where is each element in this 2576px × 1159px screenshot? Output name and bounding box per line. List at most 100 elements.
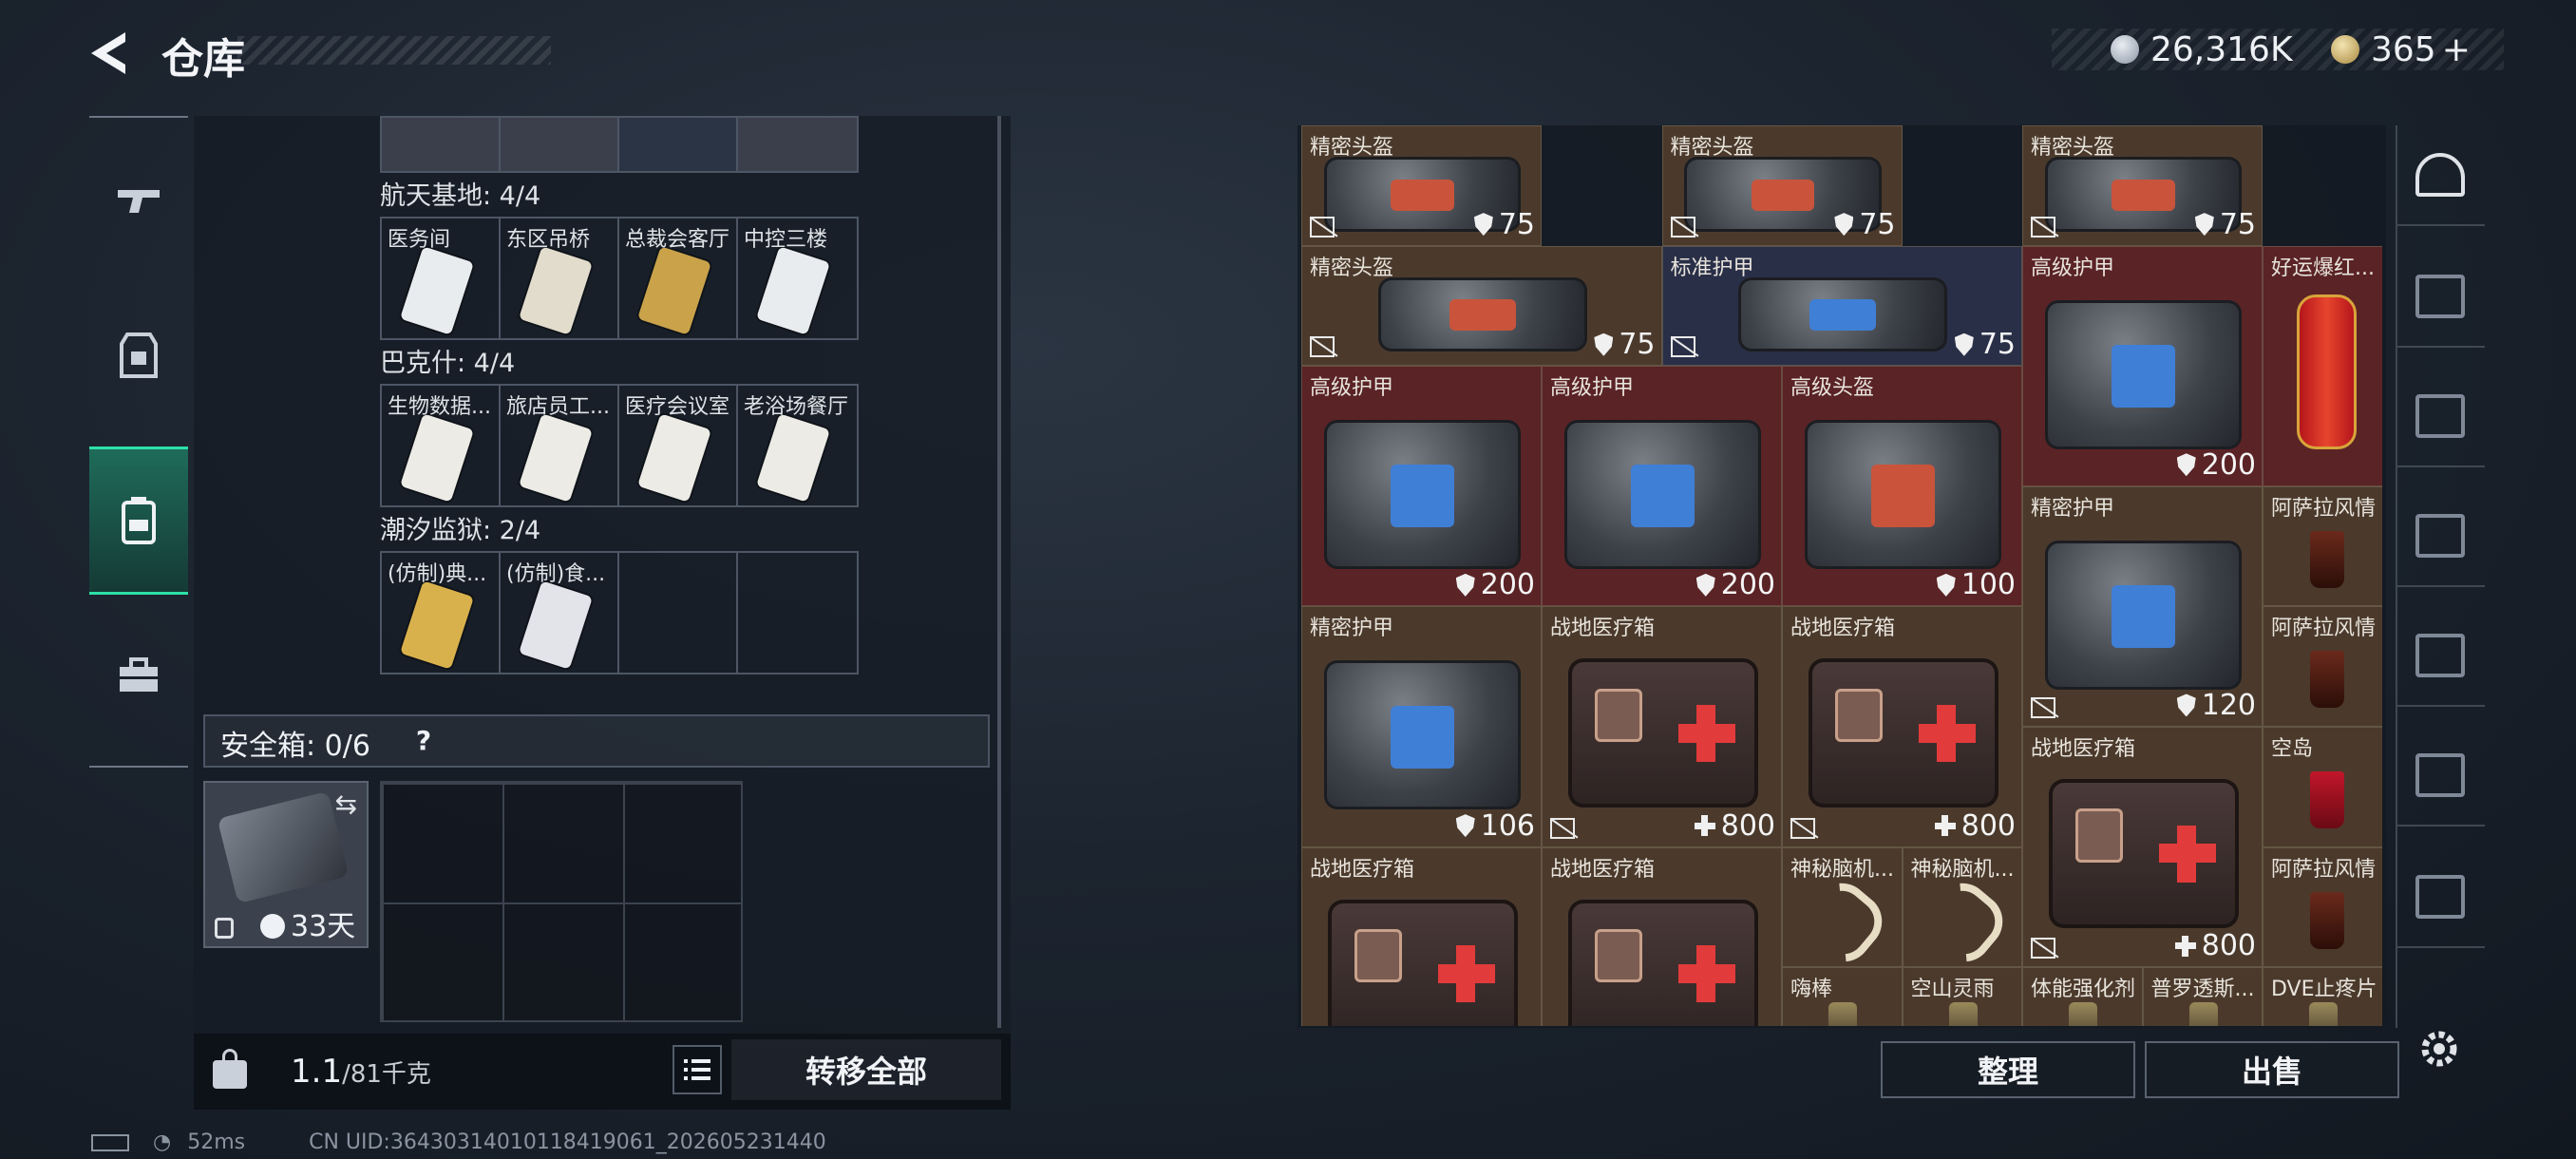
settings-button[interactable] — [2413, 1022, 2466, 1075]
inventory-item[interactable]: 神秘脑机... — [1782, 846, 1903, 968]
heal-icon — [1934, 815, 1956, 837]
inventory-item[interactable]: 神秘脑机... — [1902, 846, 2022, 968]
durability-shield-icon — [1455, 573, 1475, 597]
keycard-slot[interactable] — [501, 118, 619, 171]
inventory-item[interactable]: 战地医疗箱 — [1301, 846, 1542, 1026]
inventory-item[interactable]: 体能强化剂 — [2022, 967, 2143, 1026]
safe-box-grid[interactable] — [380, 781, 743, 1022]
side-nav-slot[interactable] — [2396, 367, 2485, 467]
inventory-item[interactable]: 高级护甲 200 — [2022, 245, 2263, 486]
page-title: 仓库 — [161, 35, 245, 84]
safe-box-duration: 33天 — [291, 910, 356, 943]
inventory-item[interactable]: 精密头盔 75 — [1301, 125, 1542, 246]
inventory-item[interactable]: DVE止疼片 — [2263, 967, 2382, 1026]
inventory-item[interactable]: 精密护甲 120 — [2022, 485, 2263, 727]
transfer-all-button[interactable]: 转移全部 — [731, 1039, 1001, 1100]
item-stat-value: 75 — [1619, 328, 1656, 362]
keycard-slot[interactable]: (仿制)典... — [382, 553, 501, 673]
backpack-tier4-icon — [2415, 753, 2465, 797]
inventory-item[interactable]: 战地医疗箱 800 — [1542, 606, 1782, 847]
ticket-plus-button[interactable]: + — [2442, 30, 2471, 69]
ticket-balance[interactable]: 365 + — [2331, 28, 2471, 70]
help-button[interactable]: ? — [405, 722, 443, 760]
side-nav-slot[interactable] — [2396, 125, 2485, 226]
inventory-item[interactable]: 战地医疗箱 — [1542, 846, 1782, 1026]
keycard-slot[interactable] — [738, 118, 857, 171]
list-view-button[interactable] — [672, 1045, 722, 1094]
inventory-item[interactable]: 精密头盔 75 — [1661, 125, 1903, 246]
coin-balance[interactable]: 26,316K — [2111, 28, 2293, 70]
item-stat-value: 75 — [1859, 207, 1896, 241]
inventory-item[interactable]: 嗨棒 — [1782, 967, 1903, 1026]
inventory-item[interactable]: 标准护甲 75 — [1661, 245, 2022, 367]
item-name: 精密头盔 — [2031, 136, 2115, 160]
section-title: 潮汐监狱: 2/4 — [380, 516, 541, 545]
keycard-slot[interactable]: 旅店员工... — [501, 386, 619, 505]
side-nav-slot[interactable] — [2396, 486, 2485, 587]
item-stat: 200 — [2176, 448, 2256, 482]
safe-box-item[interactable]: ⇆ 33天 — [203, 781, 369, 948]
back-button[interactable] — [84, 27, 137, 80]
armor-tier3-icon — [2415, 514, 2465, 558]
consumable-image — [2309, 1002, 2339, 1026]
item-name: 空岛 — [2271, 737, 2314, 761]
inventory-item[interactable]: 空岛 — [2263, 727, 2382, 847]
inventory-item[interactable]: 精密头盔 75 — [2022, 125, 2263, 246]
inventory-item[interactable]: 战地医疗箱 800 — [1782, 606, 2022, 847]
keycard-slot[interactable]: 中控三楼 — [738, 218, 857, 338]
item-name: 战地医疗箱 — [1550, 857, 1656, 882]
keycard-slot[interactable]: 东区吊桥 — [501, 218, 619, 338]
side-nav-slot[interactable] — [2396, 726, 2485, 826]
medkit-image — [2048, 779, 2239, 929]
no-insure-icon — [1310, 216, 1335, 238]
swap-icon[interactable]: ⇆ — [335, 788, 357, 820]
status-bar: ◔ 52ms CN UID:3643031401011841906​1_2026… — [91, 1130, 826, 1154]
side-nav-slot[interactable] — [2396, 247, 2485, 348]
ping-label: 52ms — [187, 1130, 246, 1154]
item-name: 高级护甲 — [1310, 376, 1394, 401]
inventory-item[interactable]: 普罗透斯... — [2142, 967, 2263, 1026]
keycard-slot[interactable] — [382, 118, 501, 171]
inventory-item[interactable]: 阿萨拉风情 — [2263, 485, 2382, 607]
keycard-slot[interactable]: (仿制)食... — [501, 553, 619, 673]
inventory-item[interactable]: 空山灵雨 — [1902, 967, 2022, 1026]
item-name: 高级护甲 — [1550, 376, 1635, 401]
inventory-item[interactable]: 阿萨拉风情 — [2263, 606, 2382, 727]
inventory-item[interactable]: 精密头盔 75 — [1301, 245, 1662, 367]
side-nav-slot[interactable] — [2396, 847, 2485, 948]
brain-chip-image — [1912, 871, 2015, 967]
side-nav-slot[interactable] — [2396, 606, 2485, 707]
inventory-item[interactable]: 精密护甲 106 — [1301, 606, 1542, 847]
sort-button[interactable]: 整理 — [1881, 1041, 2135, 1098]
keycard-slot[interactable]: 总裁会客厅 — [619, 218, 738, 338]
inventory-item[interactable]: 高级护甲 200 — [1301, 366, 1542, 607]
heal-icon — [1694, 815, 1715, 837]
keycard-slot-empty[interactable] — [738, 553, 857, 673]
item-stat: 75 — [1473, 208, 1535, 241]
inventory-item[interactable]: 好运爆红... — [2263, 245, 2382, 486]
keycard-slot-empty[interactable] — [619, 553, 738, 673]
scrollbar[interactable] — [997, 116, 1001, 1028]
item-stat-value: 200 — [1720, 568, 1775, 602]
sell-button[interactable]: 出售 — [2145, 1041, 2399, 1098]
inventory-item[interactable]: 高级护甲 200 — [1542, 366, 1782, 607]
tab-weapons[interactable] — [89, 127, 188, 276]
stash-grid[interactable]: 精密头盔 75 精密头盔 75 精密头盔 75 精密头盔 75 标准护甲 75 高级护甲 200 好运爆… — [1301, 125, 2382, 1026]
inventory-item[interactable]: 战地医疗箱 800 — [2022, 727, 2263, 968]
durability-shield-icon — [1473, 213, 1493, 237]
consumable-image — [1948, 1002, 1978, 1026]
keycard-slot[interactable] — [619, 118, 738, 171]
inventory-item[interactable]: 阿萨拉风情 — [2263, 846, 2382, 968]
medkit-image — [1567, 899, 1758, 1026]
keycard-slot[interactable]: 医务间 — [382, 218, 501, 338]
keycard-slot[interactable]: 老浴场餐厅 — [738, 386, 857, 505]
keycard-slot[interactable]: 生物数据... — [382, 386, 501, 505]
medkit-image — [1808, 658, 1998, 808]
list-icon — [684, 1059, 710, 1080]
tab-backpack[interactable] — [89, 446, 188, 595]
inventory-item[interactable]: 高级头盔 100 — [1782, 366, 2022, 607]
tab-toolbox[interactable] — [89, 602, 188, 750]
tab-armor[interactable] — [89, 281, 188, 429]
toolbox-icon — [120, 657, 158, 692]
keycard-slot[interactable]: 医疗会议室 — [619, 386, 738, 505]
